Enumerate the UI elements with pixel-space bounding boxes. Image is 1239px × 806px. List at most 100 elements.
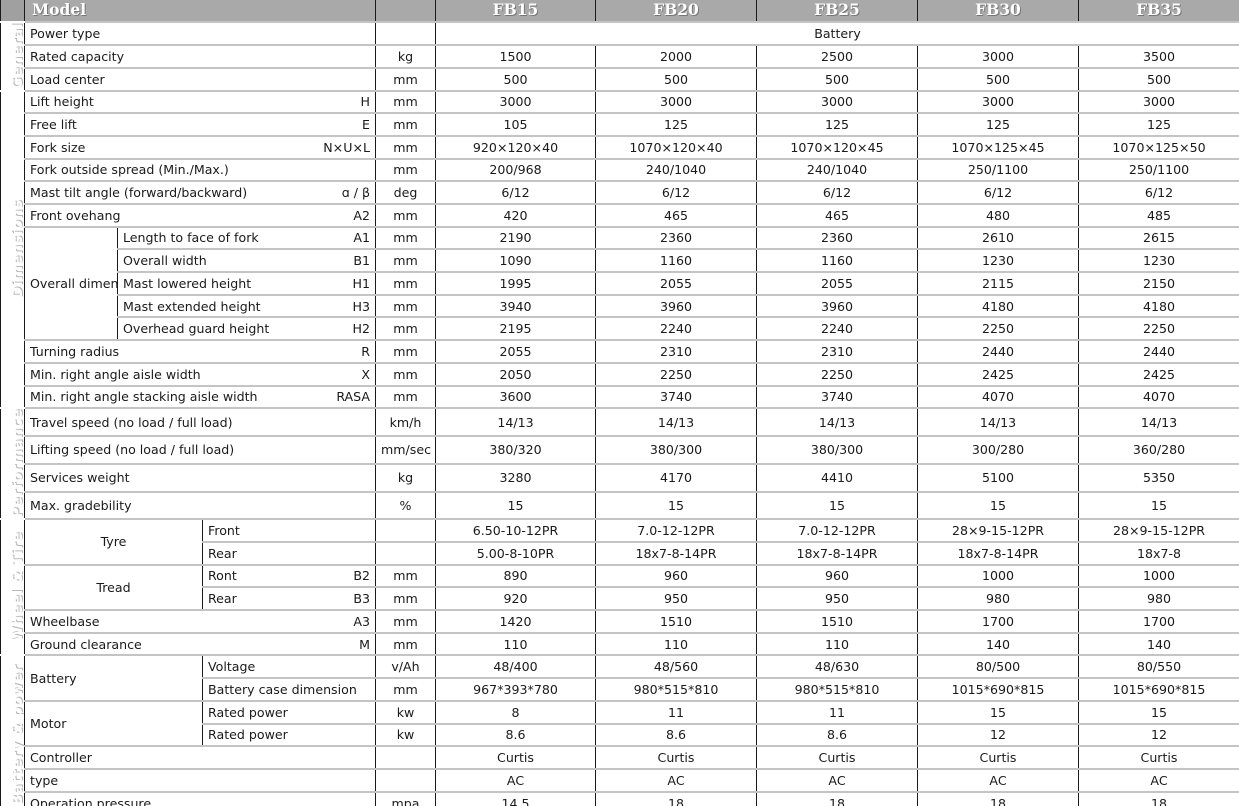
row-unit: km/h	[375, 407, 437, 436]
row-label: Front ovehang	[30, 207, 121, 223]
cell-value: 2310	[756, 339, 919, 363]
cell-value: 2250	[917, 316, 1080, 341]
row-unit: mm/sec	[375, 435, 437, 464]
cell-value: 6/12	[595, 180, 758, 205]
cell-value: 1160	[756, 248, 919, 273]
cell-value: 967*393*780	[435, 677, 597, 701]
row-sublabel: Overall width	[123, 253, 207, 269]
cell-value: 3280	[435, 462, 597, 492]
row-label: Services weight	[30, 470, 130, 486]
cell-value: AC	[1078, 767, 1239, 792]
cell-value: 2425	[917, 361, 1080, 386]
row-sublabel: Rear	[208, 545, 237, 561]
cell-value: 420	[435, 203, 597, 227]
cell-value: 1230	[917, 248, 1080, 273]
row-symbol: B2	[353, 568, 371, 584]
table-row: Overall dimensions A1 Length to face of fo…	[1, 225, 1239, 341]
row-sublabel-cell: Rear	[201, 541, 377, 565]
table-row: A2 Front ovehang mm 420 465 465 480 485	[1, 203, 1239, 227]
cell-value: 240/1040	[595, 157, 758, 182]
row-label: Load center	[30, 71, 105, 87]
row-unit: mm	[375, 157, 437, 182]
cell-value: 28×9-15-12PR	[1078, 518, 1239, 543]
forklift-specification-table: Model FB15 FB20 FB25 FB30 FB35 General Power ty…	[0, 0, 1239, 806]
row-sublabel: Overhead guard height	[123, 321, 270, 337]
cell-value: 3960	[595, 293, 758, 318]
table-row: type AC AC AC AC AC	[1, 767, 1239, 792]
row-symbol: ɑ / β	[341, 185, 371, 201]
row-symbol: B3	[353, 591, 371, 607]
table-body: Model FB15 FB20 FB25 FB30 FB35 General Power ty…	[0, 0, 1239, 806]
cell-value: 1995	[435, 271, 597, 295]
cell-value: 2055	[435, 339, 597, 363]
cell-value: 2500	[756, 43, 919, 68]
row-unit: mm	[375, 316, 437, 341]
row-unit	[375, 541, 437, 565]
group-band-performance: Performance	[0, 407, 25, 521]
row-unit: mm	[375, 609, 437, 633]
cell-value: 1090	[435, 248, 597, 273]
row-unit: mpa	[375, 790, 437, 806]
cell-value: 3000	[917, 89, 1080, 114]
row-label-cell: Travel speed (no load / full load)	[23, 407, 377, 436]
row-label-cell: Load center	[23, 66, 377, 91]
spec-sheet-root: Model FB15 FB20 FB25 FB30 FB35 General Power ty…	[0, 0, 1239, 806]
motor-group-label: Motor	[24, 699, 203, 747]
cell-value: 15	[1078, 490, 1239, 520]
cell-value: Curtis	[756, 745, 919, 769]
row-symbol: M	[359, 636, 371, 652]
cell-value: 1700	[1078, 609, 1239, 633]
cell-value: 6/12	[1078, 180, 1239, 205]
cell-value: 6/12	[435, 180, 597, 205]
table-row: B1 Overall width mm 1090 1160 1160 1230 1230	[1, 248, 1239, 273]
cell-value: 2250	[1078, 316, 1239, 341]
row-unit: %	[375, 490, 437, 520]
table-row: Lifting speed (no load / full load) mm/se…	[1, 435, 1239, 464]
table-row: N×U×L Fork size mm 920×120×40 1070×120×40 107…	[1, 134, 1239, 159]
header-unit-col	[375, 0, 437, 22]
cell-value: 480	[917, 203, 1080, 227]
cell-value: 4070	[1078, 384, 1239, 409]
cell-value: 4170	[595, 462, 758, 492]
row-label: Operation pressure	[30, 795, 152, 806]
table-row: Tread B2 Ront mm 890 960 960 1000 1000	[1, 563, 1239, 611]
table-row: Fork outside spread (Min./Max.) mm 200/968…	[1, 157, 1239, 182]
cell-value: AC	[595, 767, 758, 792]
cell-value: 2055	[756, 271, 919, 295]
row-label: Max. gradebility	[30, 497, 132, 513]
cell-value: 3740	[595, 384, 758, 409]
cell-value: 380/300	[756, 435, 919, 464]
cell-value: 14/13	[595, 407, 758, 436]
cell-value: 960	[595, 563, 758, 588]
cell-value: 380/320	[435, 435, 597, 464]
cell-value: 3000	[756, 89, 919, 114]
cell-value: 4410	[756, 462, 919, 492]
cell-value: 3600	[435, 384, 597, 409]
cell-value: 950	[595, 586, 758, 611]
row-sublabel-cell: Front	[201, 518, 377, 543]
row-label: Min. right angle aisle width	[30, 366, 201, 382]
row-unit: mm	[375, 361, 437, 386]
cell-value: 2240	[756, 316, 919, 341]
cell-value: 2240	[595, 316, 758, 341]
table-row: Motor Rated power kw 8 11 11 15 15	[1, 699, 1239, 747]
table-row: ɑ / β Mast tilt angle (forward/backward) d…	[1, 180, 1239, 205]
row-unit: mm	[375, 293, 437, 318]
cell-value: 380/300	[595, 435, 758, 464]
row-label-cell: A2 Front ovehang	[23, 203, 377, 227]
cell-value: 48/560	[595, 654, 758, 679]
cell-value: 2250	[756, 361, 919, 386]
cell-value: 1000	[1078, 563, 1239, 588]
row-label-cell: Fork outside spread (Min./Max.)	[23, 157, 377, 182]
row-label-cell: N×U×L Fork size	[23, 134, 377, 159]
cell-value: 500	[435, 66, 597, 91]
cell-value: 3000	[917, 43, 1080, 68]
cell-value: 11	[595, 699, 758, 724]
group-band-label: Wheel & Tire	[9, 532, 25, 643]
cell-value: 2610	[917, 225, 1080, 250]
row-sublabel-cell: B1 Overall width	[116, 248, 377, 273]
row-label-cell: A3 Wheelbase	[23, 609, 377, 633]
cell-value: AC	[756, 767, 919, 792]
row-unit: mm	[375, 112, 437, 136]
cell-value: 3000	[435, 89, 597, 114]
